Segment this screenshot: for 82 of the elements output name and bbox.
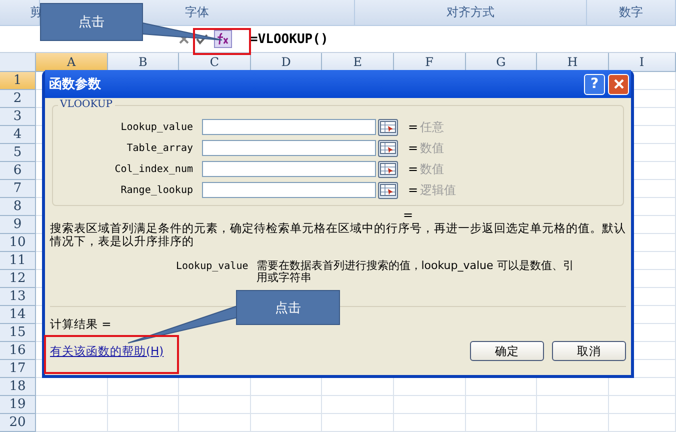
row-header[interactable]: 6 (0, 162, 36, 180)
ribbon-group-label: 数字 (587, 0, 676, 25)
row-header[interactable]: 1 (0, 72, 36, 90)
row-header[interactable]: 10 (0, 234, 36, 252)
argument-label: Range_lookup (120, 184, 194, 196)
ribbon-group-label: 剪 (0, 0, 40, 25)
equals-sign: = (408, 141, 420, 155)
row-header[interactable]: 19 (0, 396, 36, 414)
argument-description: 需要在数据表首列进行搜索的值，lookup_value 可以是数值、引用或字符串 (256, 260, 574, 284)
table-cell[interactable] (466, 396, 538, 414)
argument-label: Table_array (126, 142, 194, 154)
argument-input[interactable] (202, 119, 376, 135)
row-header[interactable]: 3 (0, 108, 36, 126)
argument-input[interactable] (202, 182, 376, 198)
argument-input[interactable] (202, 140, 376, 156)
argument-label: Lookup_value (120, 122, 194, 132)
argument-input[interactable] (202, 161, 376, 177)
row-header[interactable]: 5 (0, 144, 36, 162)
column-header[interactable]: A (36, 53, 108, 72)
table-cell[interactable] (394, 396, 466, 414)
formula-text[interactable]: =VLOOKUP() (250, 32, 328, 46)
argument-label: Col_index_num (114, 164, 194, 174)
table-cell[interactable] (36, 396, 108, 414)
callout: 点击 (236, 290, 340, 325)
equals-sign: = (403, 210, 414, 220)
argument-result: 逻辑值 (420, 182, 456, 198)
table-cell[interactable] (466, 414, 538, 432)
row-header[interactable]: 7 (0, 180, 36, 198)
row-header[interactable]: 9 (0, 216, 36, 234)
ok-button[interactable]: 确定 (470, 341, 544, 361)
table-cell[interactable] (537, 396, 609, 414)
table-cell[interactable] (179, 396, 251, 414)
row-header[interactable]: 16 (0, 342, 36, 360)
argument-result: 数值 (420, 140, 444, 156)
check-icon[interactable] (196, 33, 208, 45)
select-all-corner[interactable] (0, 53, 36, 72)
table-cell[interactable] (322, 396, 394, 414)
range-select-button[interactable] (378, 118, 398, 136)
row-header[interactable]: 14 (0, 306, 36, 324)
argument-result: 数值 (420, 160, 444, 178)
equals-sign: = (408, 183, 420, 197)
column-header[interactable]: I (608, 53, 676, 72)
range-select-button[interactable] (378, 160, 398, 178)
table-cell[interactable] (537, 414, 609, 432)
row-header[interactable]: 4 (0, 126, 36, 144)
row-header[interactable]: 20 (0, 414, 36, 432)
insert-function-icon[interactable] (214, 30, 232, 48)
table-cell[interactable] (250, 414, 322, 432)
argument-result: 任意 (420, 118, 444, 136)
row-header[interactable]: 12 (0, 270, 36, 288)
range-select-button[interactable] (378, 182, 398, 198)
table-cell[interactable] (36, 414, 108, 432)
table-cell[interactable] (394, 414, 466, 432)
table-cell[interactable] (179, 414, 251, 432)
group-title: VLOOKUP (58, 99, 115, 110)
ribbon-group-label: 对齐方式 (355, 0, 587, 25)
range-select-button[interactable] (378, 140, 398, 156)
dialog-title: 函数参数 (49, 76, 102, 93)
table-cell[interactable] (108, 396, 180, 414)
highlight-frame (193, 28, 251, 55)
cancel-button[interactable]: 取消 (552, 341, 626, 361)
equals-sign: = (408, 120, 420, 134)
table-cell[interactable] (322, 414, 394, 432)
close-button[interactable] (608, 74, 629, 94)
argument-name: Lookup_value (176, 260, 248, 274)
table-cell[interactable] (250, 396, 322, 414)
help-link[interactable]: 有关该函数的帮助(H) (50, 344, 462, 358)
row-header[interactable]: 8 (0, 198, 36, 216)
row-header[interactable]: 2 (0, 90, 36, 108)
table-cell[interactable] (108, 414, 180, 432)
row-header[interactable]: 18 (0, 378, 36, 396)
result-label: 计算结果 = (50, 317, 112, 332)
row-header[interactable]: 15 (0, 324, 36, 342)
equals-sign: = (408, 162, 420, 176)
row-header[interactable]: 17 (0, 360, 36, 378)
table-cell[interactable] (608, 414, 676, 432)
row-header[interactable]: 13 (0, 288, 36, 306)
row-header[interactable]: 11 (0, 252, 36, 270)
function-description: 搜索表区域首列满足条件的元素，确定待检索单元格在区域中的行序号，再进一步返回选定单元格的值。默认情况下，表是以升序排序的 (50, 222, 626, 248)
close-icon (612, 78, 624, 90)
table-cell[interactable] (608, 396, 676, 414)
help-button[interactable]: ? (584, 74, 605, 94)
